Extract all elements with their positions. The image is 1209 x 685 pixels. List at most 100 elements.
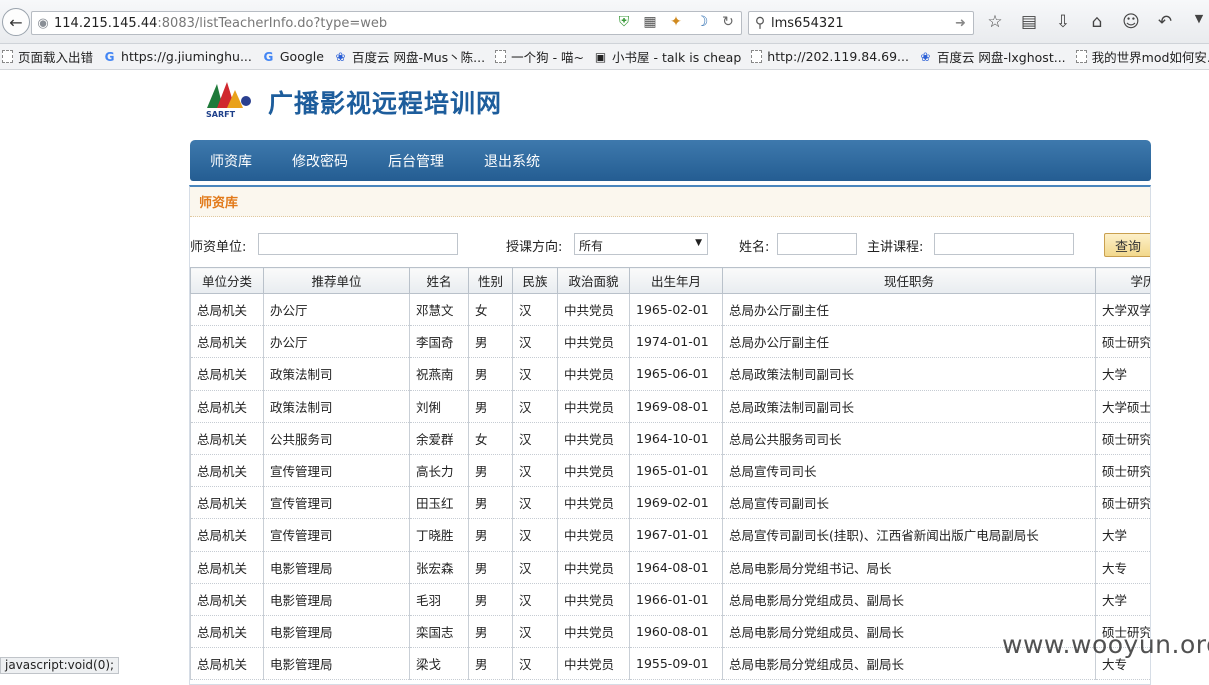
direction-select[interactable]: 所有 ▼	[574, 233, 708, 255]
bookmark-item[interactable]: 页面载入出错	[2, 47, 93, 66]
url-path: :8083/listTeacherInfo.do?type=web	[157, 15, 388, 31]
bookmark-label: 百度云 网盘-Mus丶陈...	[351, 50, 486, 65]
table-row[interactable]: 总局机关 政策法制司 祝燕南男汉中共党员 1965-06-01 总局政策法制司副司长 大学	[190, 357, 1150, 391]
back-arrow-icon[interactable]: ←	[2, 8, 30, 36]
column-header[interactable]: 政治面貌	[557, 267, 630, 294]
table-row[interactable]: 总局机关 电影管理局 张宏森男汉中共党员 1964-08-01 总局电影局分党组书记、局…	[190, 551, 1150, 584]
column-header[interactable]: 民族	[512, 267, 558, 294]
column-header[interactable]: 出生年月	[629, 267, 723, 294]
nav-change-password[interactable]: 修改密码	[292, 151, 348, 171]
direction-select-value: 所有	[579, 239, 604, 253]
table-cell: 中共党员	[557, 293, 630, 327]
search-go-arrow-icon[interactable]: ➜	[955, 16, 973, 31]
table-cell: 汉	[512, 325, 558, 359]
reading-list-icon[interactable]: ▤	[1019, 12, 1039, 32]
unit-input[interactable]	[258, 233, 458, 255]
book-icon: ▣	[594, 49, 607, 64]
table-cell: 女	[468, 422, 513, 455]
moon-icon[interactable]: ☽	[693, 14, 711, 30]
table-cell: 张宏森	[409, 551, 469, 584]
bookmark-label: 小书屋 - talk is cheap	[612, 50, 742, 65]
table-cell: 总局机关	[190, 647, 264, 681]
search-text[interactable]: lms654321	[771, 16, 955, 31]
table-row[interactable]: 总局机关 宣传管理司 丁晓胜男汉中共党员 1967-01-01 总局宣传司副司长(挂职)…	[190, 518, 1150, 552]
query-button[interactable]: 查询	[1104, 233, 1150, 257]
download-icon[interactable]: ⇩	[1053, 12, 1073, 32]
bookmark-item[interactable]: 我的世界mod如何安...	[1075, 47, 1209, 66]
table-cell: 总局公共服务司司长	[722, 422, 1096, 455]
table-cell: 总局机关	[190, 293, 264, 327]
table-row[interactable]: 总局机关 电影管理局 毛羽男汉中共党员 1966-01-01 总局电影局分党组成员、副局…	[190, 583, 1150, 616]
name-input[interactable]	[777, 233, 857, 255]
table-cell: 1964-10-01	[629, 422, 723, 455]
column-header[interactable]: 姓名	[409, 267, 469, 294]
table-cell: 总局政策法制司副司长	[722, 390, 1096, 423]
table-cell: 总局机关	[190, 390, 264, 423]
table-cell: 1964-08-01	[629, 551, 723, 584]
column-header[interactable]: 现任职务	[722, 267, 1096, 294]
bookmark-item[interactable]: ❀ 百度云 网盘-Mus丶陈...	[334, 47, 485, 66]
bookmark-label: 页面载入出错	[18, 50, 94, 65]
table-cell: 高长力	[409, 454, 469, 488]
table-row[interactable]: 总局机关 政策法制司 刘俐男汉中共党员 1969-08-01 总局政策法制司副司长 大学硕…	[190, 390, 1150, 423]
table-row[interactable]: 总局机关 宣传管理司 田玉红男汉中共党员 1969-02-01 总局宣传司副司长 硕士研究…	[190, 486, 1150, 520]
table-cell: 总局机关	[190, 615, 264, 649]
table-cell: 大专	[1095, 551, 1150, 584]
nav-logout[interactable]: 退出系统	[484, 151, 540, 171]
table-cell: 祝燕南	[409, 357, 469, 391]
bookmark-item[interactable]: ❀ 百度云 网盘-lxghost...	[919, 47, 1065, 66]
page-icon	[751, 50, 763, 63]
table-cell: 男	[468, 551, 513, 584]
table-cell: 田玉红	[409, 486, 469, 520]
table-cell: 电影管理局	[263, 583, 410, 616]
table-cell: 男	[468, 357, 513, 391]
qr-code-icon[interactable]: ▦	[641, 14, 659, 30]
watermark: www.wooyun.org	[1002, 630, 1209, 659]
table-cell: 中共党员	[557, 551, 630, 584]
unit-label: 师资单位:	[190, 240, 247, 255]
bookmark-item[interactable]: Ghttps://g.jiuminghu...	[103, 49, 252, 64]
search-box[interactable]: ⚲ lms654321 ➜	[748, 11, 974, 35]
table-cell: 电影管理局	[263, 615, 410, 649]
table-row[interactable]: 总局机关办公厅邓慧文女汉中共党员1965-02-01总局办公厅副主任大学双学位	[190, 293, 1150, 327]
table-row[interactable]: 总局机关办公厅李国奇男汉中共党员1974-01-01总局办公厅副主任硕士研究生	[190, 325, 1150, 359]
column-header[interactable]: 性别	[468, 267, 513, 294]
home-icon[interactable]: ⌂	[1087, 12, 1107, 32]
bookmark-item[interactable]: http://202.119.84.69...	[751, 49, 909, 64]
table-cell: 1966-01-01	[629, 583, 723, 616]
bookmark-item[interactable]: G Google	[262, 49, 324, 64]
chat-icon[interactable]: ☺	[1121, 12, 1141, 32]
table-row[interactable]: 总局机关 公共服务司 余爱群女汉中共党员 1964-10-01 总局公共服务司司长 硕士研…	[190, 422, 1150, 455]
table-row[interactable]: 总局机关宣传管理司高长力男汉中共党员1965-01-01总局宣传司司长硕士研究生	[190, 454, 1150, 488]
extension-icon[interactable]: ✦	[667, 14, 685, 30]
menu-chevron-icon[interactable]: ▼	[1189, 12, 1209, 32]
teacher-table: 单位分类推荐单位姓名性别民族政治面貌出生年月现任职务学历 总局机关办公厅邓慧文女…	[190, 267, 1150, 681]
column-header[interactable]: 单位分类	[190, 267, 264, 294]
table-cell: 栾国志	[409, 615, 469, 649]
table-cell: 总局机关	[190, 486, 264, 520]
bookmark-item[interactable]: 一个狗 - 喵~	[495, 47, 584, 66]
column-header[interactable]: 学历	[1095, 267, 1150, 294]
undo-icon[interactable]: ↶	[1155, 12, 1175, 32]
nav-admin[interactable]: 后台管理	[388, 151, 444, 171]
bookmark-label: https://g.jiuminghu...	[121, 49, 252, 64]
table-cell: 中共党员	[557, 422, 630, 455]
table-cell: 大学	[1095, 518, 1150, 552]
baidu-paw-icon: ❀	[335, 49, 346, 64]
table-cell: 总局电影局分党组成员、副局长	[722, 583, 1096, 616]
course-input[interactable]	[934, 233, 1074, 255]
reload-icon[interactable]: ↻	[719, 14, 737, 30]
bookmark-label: 我的世界mod如何安...	[1091, 50, 1209, 65]
bookmark-star-icon[interactable]: ☆	[985, 12, 1005, 32]
table-cell: 总局机关	[190, 357, 264, 391]
nav-teacher-library[interactable]: 师资库	[210, 151, 252, 171]
address-bar[interactable]: ◉ 114.215.145.44:8083/listTeacherInfo.do…	[31, 11, 742, 35]
url-text[interactable]: 114.215.145.44:8083/listTeacherInfo.do?t…	[54, 16, 387, 31]
column-header[interactable]: 推荐单位	[263, 267, 410, 294]
shield-icon[interactable]: ⛨	[615, 14, 633, 30]
panel-header: 师资库	[190, 187, 1150, 217]
bookmark-item[interactable]: ▣ 小书屋 - talk is cheap	[594, 47, 741, 66]
bookmark-label: Google	[279, 49, 324, 64]
table-cell: 总局办公厅副主任	[722, 293, 1096, 327]
table-cell: 汉	[512, 518, 558, 552]
